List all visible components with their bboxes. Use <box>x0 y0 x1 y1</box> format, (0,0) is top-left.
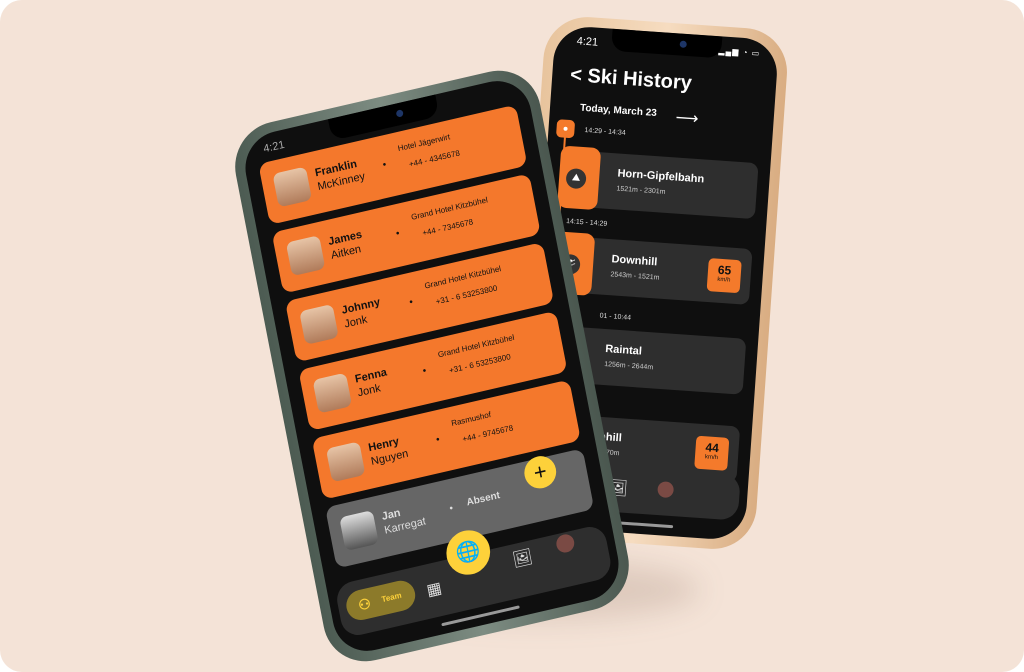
avatar <box>272 166 313 208</box>
hotel: Grand Hotel Kitzbühel <box>410 195 489 222</box>
run-altitude: 2543m - 1521m <box>610 271 660 282</box>
phone: +44 - 7345678 <box>421 217 474 238</box>
hotel: Hotel Jägerwirt <box>397 132 451 154</box>
next-day-arrow-icon[interactable]: ⟶ <box>675 107 699 129</box>
last-name: Jonk <box>343 313 369 331</box>
status-time: 4:21 <box>576 35 599 49</box>
time-slot: 01 - 10:44 <box>599 312 632 322</box>
run-card[interactable]: ⛷ Downhill 2543m - 1521m 65km/h <box>551 231 753 305</box>
last-name: Jonk <box>356 382 382 400</box>
separator-dot: • <box>381 159 388 171</box>
avatar <box>285 235 326 277</box>
speed-badge: 44 km/h <box>694 435 730 471</box>
run-altitude: 1256m - 2644m <box>603 361 654 372</box>
absent-status: Absent <box>465 490 501 509</box>
team-icon: ⚇ <box>356 594 373 614</box>
separator-dot: • <box>395 228 401 240</box>
back-icon[interactable]: < <box>570 64 583 87</box>
status-time: 4:21 <box>262 138 286 156</box>
avatar <box>299 303 339 345</box>
phone: +31 - 6 53253800 <box>435 283 499 307</box>
run-altitude: 1521m - 2301m <box>616 185 666 196</box>
first-name: Fenna <box>354 366 388 386</box>
gallery-icon[interactable]: 🖼 <box>511 546 535 570</box>
separator-dot: • <box>448 502 455 515</box>
phone: +31 - 6 53253800 <box>448 352 512 376</box>
timeline-start-marker <box>555 119 576 139</box>
run-name: Downhill <box>611 253 658 269</box>
avatar <box>325 441 366 483</box>
separator-dot: • <box>435 434 441 446</box>
speed-badge: 65 km/h <box>706 258 742 294</box>
profile-avatar[interactable] <box>657 481 675 499</box>
run-tab: ⛰ <box>557 145 602 211</box>
mountain-icon: ⛰ <box>565 167 587 190</box>
phone: +44 - 9745678 <box>461 423 514 444</box>
run-name: Raintal <box>604 343 643 358</box>
speed-unit: km/h <box>704 454 719 462</box>
signal-wifi-battery-icon: ▂▄▆ ◔ ▭ <box>718 46 761 59</box>
add-button[interactable]: + <box>521 452 559 492</box>
date-label: Today, March 23 <box>579 102 658 120</box>
page-title: < Ski History <box>569 64 693 95</box>
separator-dot: • <box>421 365 428 378</box>
run-card[interactable]: ⛰ Horn-Gipfelbahn 1521m - 2301m <box>557 145 759 220</box>
calendar-icon[interactable]: ▦ <box>425 578 444 601</box>
camera <box>679 40 687 48</box>
title-text: Ski History <box>586 65 693 95</box>
notch <box>611 28 723 59</box>
phone: +44 - 4345678 <box>408 148 461 170</box>
team-label: Team <box>380 590 403 605</box>
time-slot: 14:29 - 14:34 <box>584 127 626 137</box>
camera <box>395 109 404 118</box>
avatar <box>312 372 353 414</box>
avatar <box>339 510 379 552</box>
profile-avatar[interactable] <box>554 532 576 555</box>
time-slot: 14:15 - 14:29 <box>565 218 608 228</box>
hotel: Rasmushof <box>450 410 492 429</box>
nav-team[interactable]: ⚇ Team <box>343 577 418 623</box>
run-name: Horn-Gipfelbahn <box>617 167 705 186</box>
separator-dot: • <box>408 296 415 309</box>
speed-unit: km/h <box>717 276 731 284</box>
